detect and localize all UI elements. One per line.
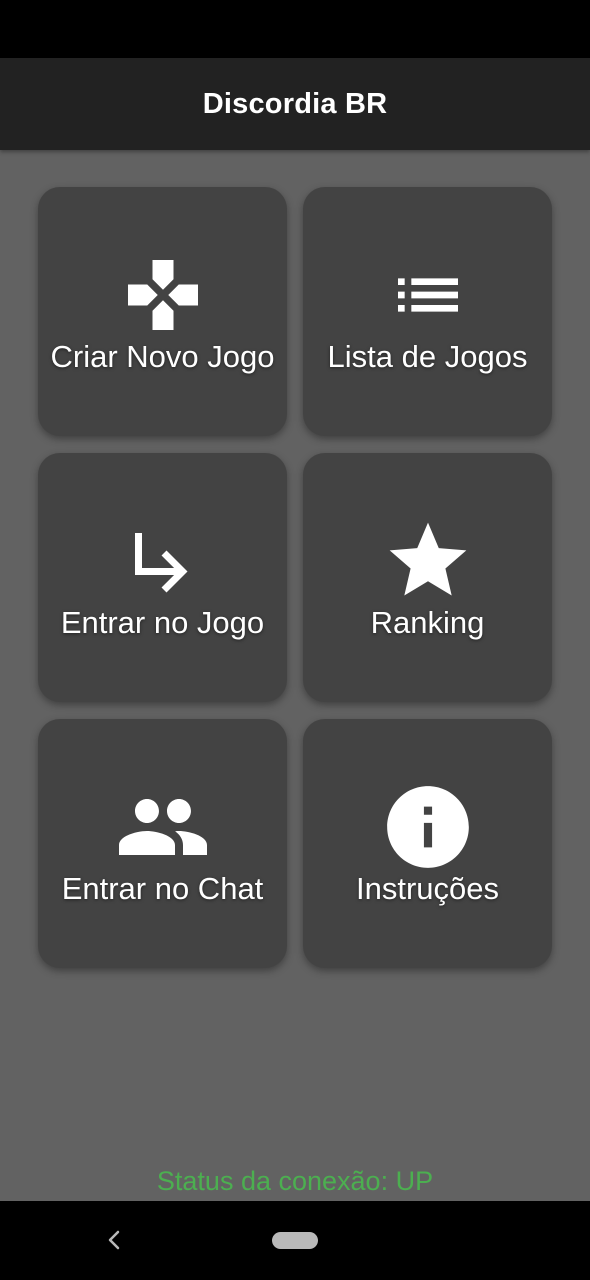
chevron-left-icon[interactable] <box>102 1225 126 1255</box>
join-game-label: Entrar no Jogo <box>60 605 265 640</box>
app-title: Discordia BR <box>202 87 388 120</box>
system-navigation-bar <box>0 1201 590 1280</box>
game-list-button[interactable]: Lista de Jogos <box>303 187 552 436</box>
game-list-label: Lista de Jogos <box>327 339 528 374</box>
gamepad-icon <box>38 247 287 343</box>
home-pill-icon[interactable] <box>272 1232 318 1249</box>
menu-grid: Criar Novo Jogo Lista de Jogos Entrar no… <box>38 187 552 968</box>
app-bar: Discordia BR <box>0 58 590 150</box>
instructions-label: Instruções <box>355 871 499 906</box>
subdirectory-arrow-right-icon <box>38 513 287 609</box>
join-chat-label: Entrar no Chat <box>61 871 264 906</box>
create-game-button[interactable]: Criar Novo Jogo <box>38 187 287 436</box>
join-chat-button[interactable]: Entrar no Chat <box>38 719 287 968</box>
list-icon <box>303 247 552 343</box>
ranking-label: Ranking <box>370 605 485 640</box>
system-status-bar <box>0 0 590 58</box>
join-game-button[interactable]: Entrar no Jogo <box>38 453 287 702</box>
star-icon <box>303 513 552 609</box>
info-icon <box>303 779 552 875</box>
ranking-button[interactable]: Ranking <box>303 453 552 702</box>
connection-status-text: Status da conexão: UP <box>156 1166 434 1196</box>
app-screen: Discordia BR Criar Novo Jogo Lista de Jo… <box>0 0 590 1280</box>
create-game-label: Criar Novo Jogo <box>50 339 275 374</box>
instructions-button[interactable]: Instruções <box>303 719 552 968</box>
people-icon <box>38 779 287 875</box>
